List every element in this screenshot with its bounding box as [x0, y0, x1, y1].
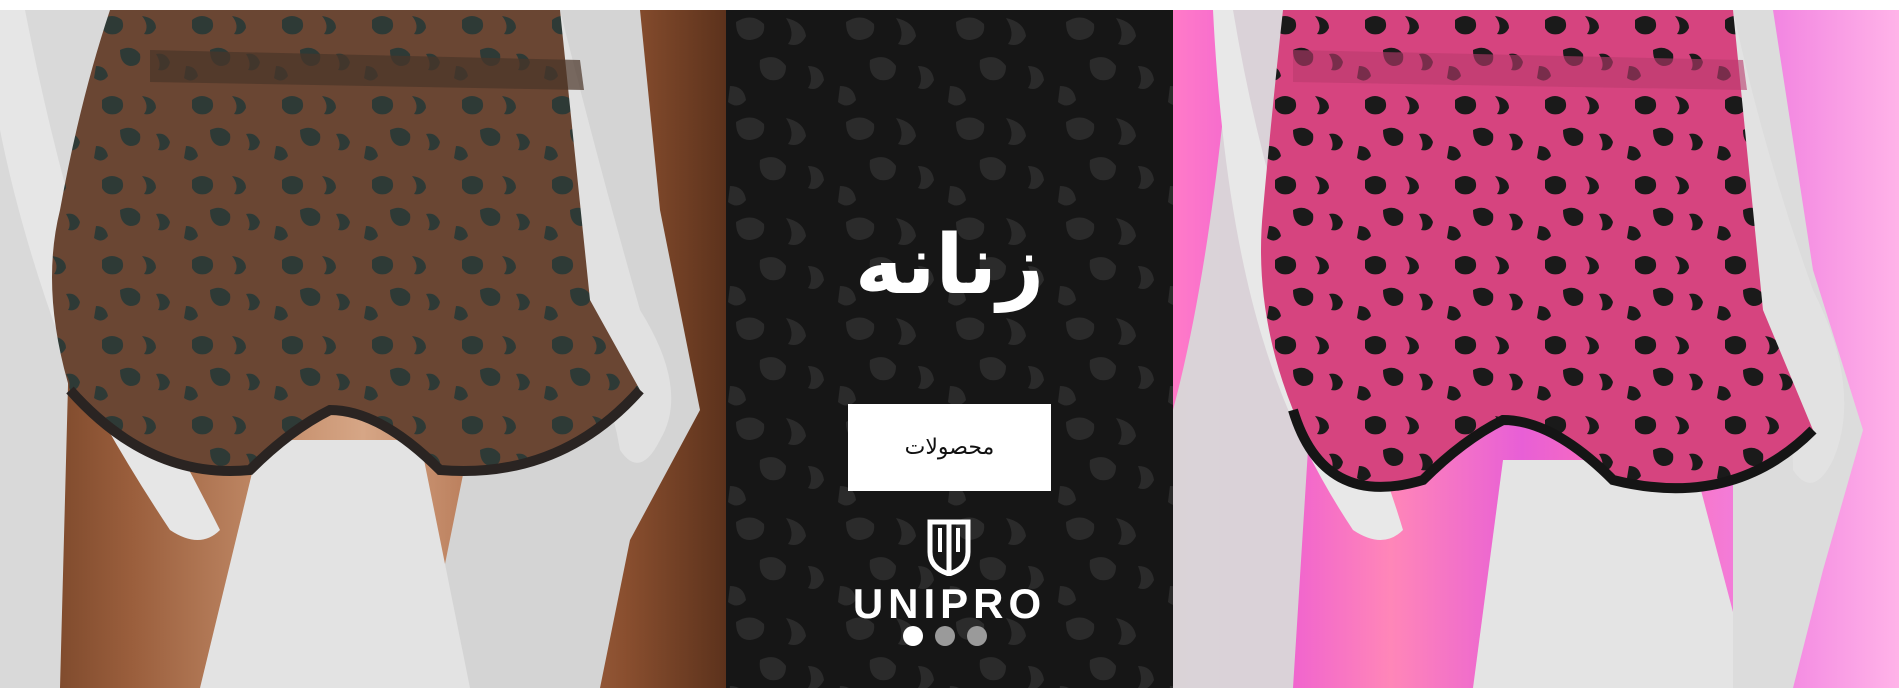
unipro-logo-icon — [927, 519, 971, 576]
product-image-brown-shorts[interactable] — [0, 10, 726, 688]
products-button[interactable]: محصولات — [848, 404, 1051, 491]
brown-leopard-shorts-illustration — [0, 10, 700, 688]
product-image-pink-shorts[interactable] — [1173, 10, 1899, 688]
slide-dot-1[interactable] — [903, 626, 923, 646]
pink-leopard-shorts-illustration — [1173, 10, 1863, 688]
category-title: زنانه — [854, 218, 1045, 313]
slider-pagination — [903, 626, 987, 646]
brand-wordmark: UNIPRO — [852, 580, 1047, 627]
category-panel: زنانه محصولات UNIPRO — [726, 10, 1173, 688]
hero-slider: زنانه محصولات UNIPRO — [0, 10, 1899, 688]
slide-dot-2[interactable] — [935, 626, 955, 646]
slide-dot-3[interactable] — [967, 626, 987, 646]
